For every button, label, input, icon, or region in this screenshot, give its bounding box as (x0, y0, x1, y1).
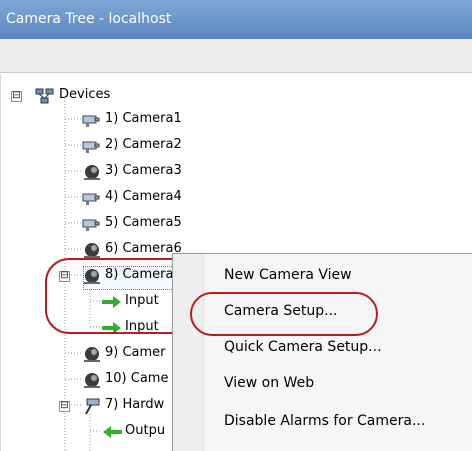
window-title: Camera Tree - localhost (6, 11, 172, 27)
dome-camera-icon (81, 241, 103, 259)
camera-tree-window: Camera Tree - localhost ⊟ Devices 1) Cam… (0, 0, 472, 451)
title-bar: Camera Tree - localhost (0, 0, 472, 39)
tree-item-label: 10) Came (105, 371, 169, 386)
tree-item-camera4[interactable]: 4) Camera4 (1, 188, 201, 208)
tree-item-label: 6) Camera6 (105, 241, 182, 256)
toolbar (0, 39, 472, 73)
tree-item-output[interactable]: Outpu (1, 422, 201, 442)
context-menu: New Camera View Camera Setup... Quick Ca… (172, 253, 472, 451)
hardware-icon (81, 397, 103, 415)
context-menu-gutter (173, 254, 204, 451)
camera-icon (81, 137, 103, 155)
collapse-devices-expander[interactable]: ⊟ (11, 91, 22, 102)
tree-item-label: 2) Camera2 (105, 137, 182, 152)
annotation-ellipse-camera-setup (190, 292, 378, 336)
output-arrow-icon (101, 423, 123, 441)
camera-icon (81, 189, 103, 207)
tree-root-devices[interactable]: ⊟ Devices (1, 86, 201, 106)
tree-item-camera5[interactable]: 5) Camera5 (1, 214, 201, 234)
camera-icon (81, 215, 103, 233)
tree-item-label: 3) Camera3 (105, 163, 182, 178)
dome-camera-icon (81, 163, 103, 181)
devices-network-icon (34, 87, 56, 105)
tree-item-camera9[interactable]: 9) Camer (1, 344, 201, 364)
devices-label: Devices (59, 87, 111, 102)
menu-item-disable-alarms[interactable]: Disable Alarms for Camera... (204, 404, 472, 440)
collapse-hardware-expander[interactable]: ⊟ (59, 401, 70, 412)
tree-item-camera2[interactable]: 2) Camera2 (1, 136, 201, 156)
tree-item-camera6[interactable]: 6) Camera6 (1, 240, 201, 260)
tree-item-hardware[interactable]: ⊟ 7) Hardw (1, 396, 201, 416)
dome-camera-icon (81, 345, 103, 363)
tree-item-label: Outpu (125, 423, 166, 438)
menu-item-view-on-web[interactable]: View on Web (204, 366, 472, 402)
tree-item-camera1[interactable]: 1) Camera1 (1, 110, 201, 130)
tree-item-label: 1) Camera1 (105, 111, 182, 126)
tree-item-label: 5) Camera5 (105, 215, 182, 230)
tree-item-label: 4) Camera4 (105, 189, 182, 204)
tree-item-camera10[interactable]: 10) Came (1, 370, 201, 390)
tree-item-label: 7) Hardw (105, 397, 165, 412)
tree-item-label: 9) Camer (105, 345, 166, 360)
menu-item-new-camera-view[interactable]: New Camera View (204, 258, 472, 294)
camera-icon (81, 111, 103, 129)
tree-item-camera3[interactable]: 3) Camera3 (1, 162, 201, 182)
dome-camera-icon (81, 371, 103, 389)
